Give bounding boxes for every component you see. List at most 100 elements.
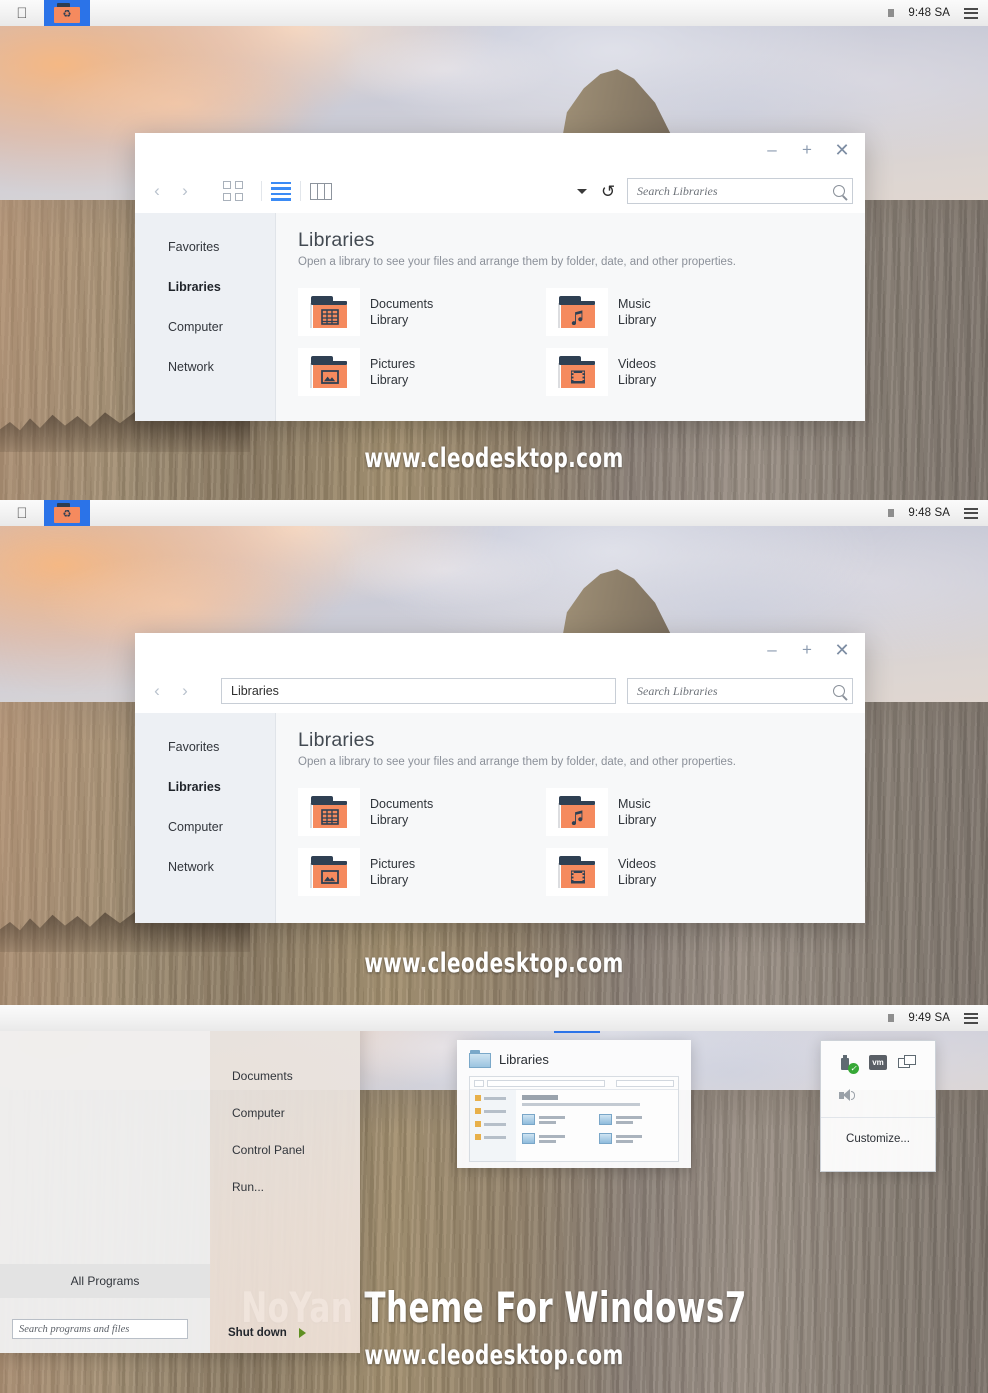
address-bar[interactable]: Libraries [221,678,616,704]
column-view-icon[interactable] [310,182,332,200]
library-item-documents[interactable]: Documents Library [298,782,546,842]
library-item-documents[interactable]: Documents Library [298,282,546,342]
shutdown-button[interactable]: Shut down [228,1327,287,1339]
menu-bar-clock[interactable]: 9:48 SA [908,507,950,519]
start-menu-item-run[interactable]: Run... [210,1168,360,1205]
start-menu-search-input[interactable]: Search programs and files [12,1319,188,1339]
vm-icon[interactable]: vm [869,1055,887,1070]
refresh-icon[interactable]: ↻ [601,182,615,201]
start-menu[interactable]: All Programs Search programs and files D… [0,1013,360,1353]
recycle-bin-icon: ♻ [54,3,80,23]
library-grid: Documents Library Music Library Pictures… [298,282,845,402]
back-button[interactable]: ‹ [143,677,171,705]
thumbnail-nav-chip [474,1079,484,1087]
customize-link[interactable]: Customize... [821,1118,935,1160]
library-label: Music Library [618,296,656,328]
library-item-music[interactable]: Music Library [546,782,794,842]
menu-bar-clock[interactable]: 9:49 SA [908,1012,950,1024]
sidebar-item-computer[interactable]: Computer [135,807,275,847]
library-name: Pictures [370,857,416,871]
library-kind: Library [370,873,409,887]
list-view-icon[interactable] [271,181,291,201]
thumbnail-heading [522,1095,558,1100]
sidebar-item-network[interactable]: Network [135,347,275,387]
usb-device-icon[interactable]: ✓ [838,1055,859,1074]
menu-bar-status-area: 9:49 SA [888,1012,988,1024]
recycle-bin-icon: ♻ [54,503,80,523]
sidebar-item-label: Computer [168,320,223,334]
library-item-music[interactable]: Music Library [546,282,794,342]
thumbnail-sidebar-row [475,1121,516,1127]
apple-menu-button[interactable]:  [0,6,44,21]
chevron-down-icon[interactable] [576,188,587,194]
forward-button[interactable]: › [171,177,199,205]
window-titlebar[interactable]: – + ✕ [135,133,865,169]
sidebar-item-computer[interactable]: Computer [135,307,275,347]
system-tray-popup[interactable]: ✓ vm Customize... [820,1040,936,1172]
search-input[interactable]: Search Libraries [627,678,853,704]
start-menu-item-control-panel[interactable]: Control Panel [210,1131,360,1168]
navigation-sidebar: Favorites Libraries Computer Network [135,213,276,421]
maximize-button[interactable]: + [798,639,816,661]
library-name: Videos [618,857,656,871]
menu-bar-clock[interactable]: 9:48 SA [908,7,950,19]
library-item-pictures[interactable]: Pictures Library [298,342,546,402]
screenshot-panel-2:  ♻ 9:48 SA – + ✕ ‹ › Libraries [0,500,988,1005]
menu-bar-status-area: 9:48 SA [888,7,988,19]
close-button[interactable]: ✕ [833,639,851,661]
library-label: Music Library [618,796,656,828]
start-menu-shutdown-bar: Shut down [210,1313,360,1353]
library-item-pictures[interactable]: Pictures Library [298,842,546,902]
thumbnail-sidebar-row [475,1108,516,1114]
close-button[interactable]: ✕ [833,139,851,161]
apple-logo-icon:  [16,506,27,521]
thumbnail-item [522,1133,595,1144]
sidebar-item-libraries[interactable]: Libraries [135,267,275,307]
documents-folder-icon [309,796,349,828]
watermark-site: www.cleodesktop.com [364,948,624,979]
network-icon[interactable] [898,1055,918,1073]
chevron-right-icon[interactable] [298,1328,306,1338]
explorer-window-2[interactable]: – + ✕ ‹ › Libraries Search Libraries Fav… [135,633,865,923]
grid-view-icon[interactable] [223,181,243,201]
minimize-button[interactable]: – [763,139,781,161]
tray-icon-grid: ✓ vm [821,1041,935,1111]
list-menu-icon[interactable] [964,1012,978,1024]
thumbnail-item-grid [522,1114,672,1144]
maximize-button[interactable]: + [798,139,816,161]
all-programs-label: All Programs [70,1274,140,1288]
sidebar-item-network[interactable]: Network [135,847,275,887]
window-titlebar[interactable]: – + ✕ [135,633,865,669]
thumbnail-body [470,1090,678,1161]
apple-menu-button[interactable]:  [0,506,44,521]
back-button[interactable]: ‹ [143,177,171,205]
library-kind: Library [618,313,657,327]
taskbar-thumbnail-preview[interactable]: Libraries [457,1040,691,1168]
taskbar-tile-recycle-bin[interactable]: ♻ [44,0,90,26]
window-toolbar: ‹ › Libraries Search Libraries [135,669,865,713]
music-folder-icon [557,296,597,328]
speaker-icon[interactable] [838,1087,858,1105]
toolbar-divider [261,181,262,201]
start-menu-search-placeholder: Search programs and files [19,1323,130,1335]
library-item-videos[interactable]: Videos Library [546,342,794,402]
sidebar-item-favorites[interactable]: Favorites [135,727,275,767]
start-menu-item-documents[interactable]: Documents [210,1057,360,1094]
list-menu-icon[interactable] [964,7,978,19]
navigation-sidebar: Favorites Libraries Computer Network [135,713,276,923]
all-programs-button[interactable]: All Programs [0,1264,210,1298]
forward-button[interactable]: › [171,677,199,705]
library-item-videos[interactable]: Videos Library [546,842,794,902]
battery-indicator-icon [888,9,895,17]
list-menu-icon[interactable] [964,507,978,519]
sidebar-item-favorites[interactable]: Favorites [135,227,275,267]
sidebar-item-libraries[interactable]: Libraries [135,767,275,807]
search-input[interactable]: Search Libraries [627,178,853,204]
explorer-window-1[interactable]: – + ✕ ‹ › ↻ Search Libraries Favorites L… [135,133,865,421]
taskbar-tile-recycle-bin[interactable]: ♻ [44,500,90,526]
start-menu-item-computer[interactable]: Computer [210,1094,360,1131]
minimize-button[interactable]: – [763,639,781,661]
page-subtitle: Open a library to see your files and arr… [298,756,736,768]
library-thumbnail [298,348,360,396]
thumbnail-address-chip [487,1079,605,1087]
